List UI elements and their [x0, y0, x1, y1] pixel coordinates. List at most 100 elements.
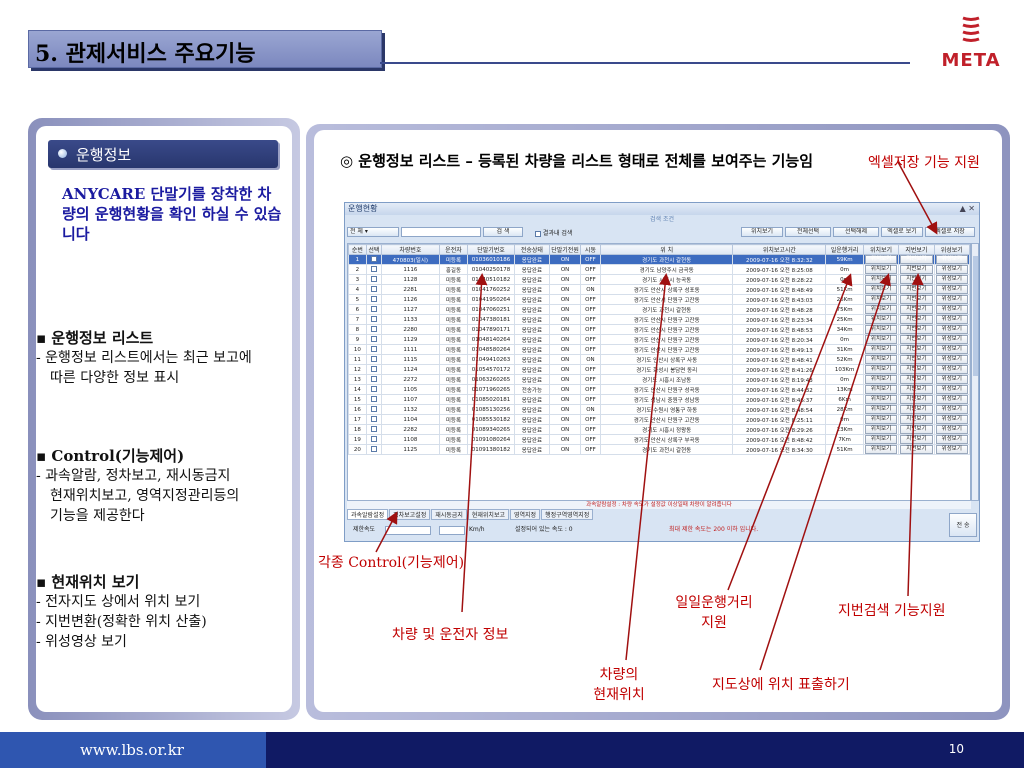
view-lot-button[interactable]: 지번보기	[900, 335, 933, 344]
row-action-cell[interactable]: 위치보기	[862, 274, 900, 285]
row-select-checkbox[interactable]	[365, 444, 383, 455]
checkbox-icon[interactable]	[370, 355, 377, 362]
grid-column-header[interactable]: 일운행거리	[825, 244, 864, 255]
view-location-button[interactable]: 위치보기	[864, 425, 898, 434]
within-results-checkbox[interactable]: 결과내 검색	[535, 228, 572, 237]
view-lot-button[interactable]: 지번보기	[900, 425, 933, 434]
view-lot-button[interactable]: 지번보기	[900, 255, 933, 264]
checkbox-icon[interactable]	[370, 445, 377, 452]
checkbox-icon[interactable]	[370, 315, 377, 322]
view-location-button[interactable]: 위치보기	[864, 275, 898, 284]
row-action-cell[interactable]: 위치보기	[862, 414, 900, 425]
checkbox-icon[interactable]	[370, 395, 377, 402]
row-select-checkbox[interactable]	[365, 364, 383, 375]
view-satellite-button[interactable]: 위성보기	[935, 375, 968, 384]
row-action-cell[interactable]: 위치보기	[862, 334, 900, 345]
table-row[interactable]: 8 2280 미등록 01047890171 응답완료 ON OFF 경기도 안산시 단원구 …	[348, 324, 970, 335]
row-action-cell[interactable]: 위성보기	[933, 444, 970, 455]
row-action-cell[interactable]: 위치보기	[862, 404, 900, 415]
view-location-button[interactable]: 위치보기	[864, 345, 898, 354]
view-satellite-button[interactable]: 위성보기	[935, 315, 968, 324]
view-satellite-button[interactable]: 위성보기	[935, 265, 968, 274]
grid-column-header[interactable]: 위 치	[599, 244, 734, 255]
view-location-button[interactable]: 위치보기	[864, 445, 898, 454]
row-select-checkbox[interactable]	[365, 394, 383, 405]
row-action-cell[interactable]: 위성보기	[933, 284, 970, 295]
row-select-checkbox[interactable]	[365, 344, 383, 355]
row-action-cell[interactable]: 위치보기	[862, 394, 900, 405]
grid-column-header[interactable]: 선택	[365, 244, 383, 255]
view-lot-button[interactable]: 지번보기	[900, 305, 933, 314]
view-satellite-button[interactable]: 위성보기	[935, 405, 968, 414]
checkbox-icon[interactable]	[370, 285, 377, 292]
select-all-button[interactable]: 전체선택	[785, 227, 831, 237]
tab-position-report[interactable]: 현재위치보고	[467, 509, 509, 520]
checkbox-icon[interactable]	[370, 405, 377, 412]
row-action-cell[interactable]: 지번보기	[898, 344, 935, 355]
table-row[interactable]: 11 1115 미등록 01049410263 응답완료 ON ON 경기도 안산시 상록구 …	[348, 354, 970, 365]
row-select-checkbox[interactable]	[365, 314, 383, 325]
checkbox-icon[interactable]	[370, 325, 377, 332]
view-location-button[interactable]: 위치보기	[864, 385, 898, 394]
grid-column-header[interactable]: 단말기번호	[467, 244, 515, 255]
row-action-cell[interactable]: 위치보기	[862, 264, 900, 275]
table-row[interactable]: 17 1104 미등록 01085530182 응답완료 ON OFF 경기도 안산시 단원구…	[348, 414, 970, 425]
checkbox-icon[interactable]	[370, 425, 377, 432]
table-row[interactable]: 13 2272 미등록 01063260265 응답완료 ON OFF 경기도 시흥시 조남동…	[348, 374, 970, 385]
view-location-button[interactable]: 위치보기	[864, 435, 898, 444]
view-satellite-button[interactable]: 위성보기	[935, 365, 968, 374]
row-action-cell[interactable]: 위성보기	[933, 424, 970, 435]
row-action-cell[interactable]: 지번보기	[898, 364, 935, 375]
send-button[interactable]: 전 송	[949, 513, 977, 537]
row-action-cell[interactable]: 지번보기	[898, 274, 935, 285]
table-row[interactable]: 10 1111 미등록 01048580264 응답완료 ON OFF 경기도 안산시 단원구…	[348, 344, 970, 355]
view-lot-button[interactable]: 지번보기	[900, 375, 933, 384]
table-row[interactable]: 19 1108 미등록 01091080264 응답완료 ON OFF 경기도 안산시 상록구…	[348, 434, 970, 445]
row-select-checkbox[interactable]	[365, 354, 383, 365]
view-lot-button[interactable]: 지번보기	[900, 415, 933, 424]
row-select-checkbox[interactable]	[365, 324, 383, 335]
speed-select[interactable]	[385, 526, 431, 535]
grid-column-header[interactable]: 차량번호	[381, 244, 440, 255]
row-action-cell[interactable]: 지번보기	[898, 294, 935, 305]
view-satellite-button[interactable]: 위성보기	[935, 335, 968, 344]
view-location-button[interactable]: 위치보기	[864, 335, 898, 344]
row-action-cell[interactable]: 위성보기	[933, 354, 970, 365]
view-satellite-button[interactable]: 위성보기	[935, 415, 968, 424]
grid-column-header[interactable]: 전송상태	[513, 244, 551, 255]
checkbox-icon[interactable]	[370, 385, 377, 392]
view-satellite-button[interactable]: 위성보기	[935, 275, 968, 284]
row-action-cell[interactable]: 위성보기	[933, 394, 970, 405]
row-select-checkbox[interactable]	[365, 254, 383, 265]
checkbox-icon[interactable]	[370, 295, 377, 302]
row-action-cell[interactable]: 위성보기	[933, 404, 970, 415]
view-lot-button[interactable]: 지번보기	[900, 315, 933, 324]
view-satellite-button[interactable]: 위성보기	[935, 355, 968, 364]
row-action-cell[interactable]: 지번보기	[898, 314, 935, 325]
grid-column-header[interactable]: 순번	[348, 244, 367, 255]
view-lot-button[interactable]: 지번보기	[900, 345, 933, 354]
checkbox-icon[interactable]	[370, 375, 377, 382]
table-row[interactable]: 6 1127 미등록 01047060251 응답완료 ON OFF 경기도 과천시 갈현동 2…	[348, 304, 970, 315]
row-action-cell[interactable]: 위성보기	[933, 414, 970, 425]
row-action-cell[interactable]: 지번보기	[898, 254, 935, 265]
row-action-cell[interactable]: 지번보기	[898, 334, 935, 345]
grid-column-header[interactable]: 운전자	[438, 244, 469, 255]
checkbox-icon[interactable]	[370, 365, 377, 372]
view-location-button[interactable]: 위치보기	[864, 285, 898, 294]
row-action-cell[interactable]: 위치보기	[862, 444, 900, 455]
table-row[interactable]: 15 1107 미등록 01085020181 응답완료 ON OFF 경기도 성남시 중원구…	[348, 394, 970, 405]
search-input[interactable]	[401, 227, 481, 237]
table-row[interactable]: 1 470803(일시) 미등록 01036010186 응답완료 ON OFF 경기도 과천…	[348, 254, 970, 265]
row-action-cell[interactable]: 위성보기	[933, 324, 970, 335]
checkbox-icon[interactable]	[370, 265, 377, 272]
view-lot-button[interactable]: 지번보기	[900, 355, 933, 364]
view-satellite-button[interactable]: 위성보기	[935, 385, 968, 394]
row-action-cell[interactable]: 위치보기	[862, 374, 900, 385]
view-satellite-button[interactable]: 위성보기	[935, 345, 968, 354]
checkbox-icon[interactable]	[370, 335, 377, 342]
row-action-cell[interactable]: 지번보기	[898, 374, 935, 385]
table-row[interactable]: 5 1126 미등록 01041950264 응답완료 ON OFF 경기도 안산시 단원구 …	[348, 294, 970, 305]
row-action-cell[interactable]: 위성보기	[933, 274, 970, 285]
view-lot-button[interactable]: 지번보기	[900, 405, 933, 414]
